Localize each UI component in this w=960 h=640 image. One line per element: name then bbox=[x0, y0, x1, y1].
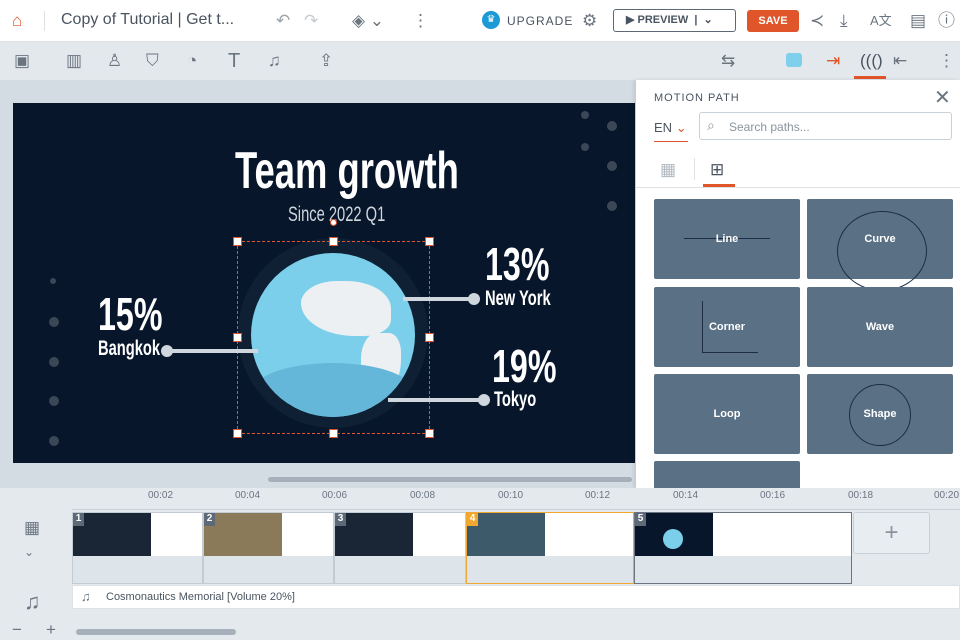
audio-track[interactable]: ♫ Cosmonautics Memorial [Volume 20%] bbox=[72, 585, 960, 609]
slide-title[interactable]: Team growth bbox=[235, 141, 459, 201]
time-ruler[interactable]: 00:02 00:04 00:06 00:08 00:10 00:12 00:1… bbox=[72, 488, 960, 510]
path-label: Shape bbox=[863, 408, 897, 420]
add-scene-button[interactable]: + bbox=[853, 512, 930, 554]
path-more[interactable] bbox=[654, 461, 800, 488]
music-icon[interactable]: ♫ bbox=[268, 51, 281, 71]
motion-path-panel: MOTION PATH ✕ EN ⌄ ⌕ Search paths... ▦ ⊞… bbox=[636, 80, 960, 488]
text-icon[interactable]: T bbox=[228, 51, 240, 71]
redo-icon[interactable]: ↷ bbox=[304, 11, 318, 31]
help-icon[interactable]: ⓘ bbox=[938, 11, 955, 31]
tick-label: 00:06 bbox=[322, 490, 348, 501]
insert-toolbar: ▣ ▥ ♙ ⛉ ◔ T ♫ ⇪ ⇆ ⇥ ((() ⇤ ⋮ bbox=[0, 42, 960, 109]
scene-number: 1 bbox=[73, 513, 84, 526]
color-swatch-blue[interactable] bbox=[786, 53, 802, 67]
tick-label: 00:04 bbox=[235, 490, 261, 501]
scene-number: 2 bbox=[204, 513, 215, 526]
notes-icon[interactable]: ▤ bbox=[910, 11, 926, 31]
scene-thumb[interactable]: 1 bbox=[72, 512, 203, 584]
tick-label: 00:20 bbox=[934, 490, 960, 501]
close-icon[interactable]: ✕ bbox=[934, 88, 951, 108]
search-paths-input[interactable]: ⌕ Search paths... bbox=[699, 112, 952, 140]
crown-icon: ♛ bbox=[482, 11, 500, 29]
scenes-icon[interactable]: ▥ bbox=[66, 51, 82, 71]
more-icon[interactable]: ⋮ bbox=[938, 51, 955, 71]
stat-value[interactable]: 13% bbox=[485, 237, 549, 291]
props-icon[interactable]: ⛉ bbox=[146, 51, 159, 71]
tab-film-icon[interactable]: ▦ bbox=[660, 160, 676, 180]
zoom-out-icon[interactable]: − bbox=[12, 620, 22, 640]
path-label: Wave bbox=[865, 321, 895, 333]
path-loop[interactable]: Loop bbox=[654, 374, 800, 454]
stat-city[interactable]: Tokyo bbox=[494, 388, 536, 412]
preview-label: PREVIEW bbox=[637, 14, 689, 26]
layers-icon[interactable]: ◈ ⌄ bbox=[348, 11, 388, 31]
path-label: Curve bbox=[864, 233, 896, 245]
home-icon[interactable]: ⌂ bbox=[12, 11, 22, 31]
project-title[interactable]: Copy of Tutorial | Get t... bbox=[61, 11, 234, 29]
stat-city[interactable]: New York bbox=[485, 287, 551, 311]
rotate-handle[interactable] bbox=[330, 219, 337, 226]
zoom-in-icon[interactable]: + bbox=[46, 620, 56, 640]
download-icon[interactable]: ⤓ bbox=[840, 11, 848, 31]
upgrade-button[interactable]: UPGRADE bbox=[507, 14, 573, 28]
scene-thumb-selected[interactable]: 4 bbox=[466, 512, 634, 584]
selection-box bbox=[237, 241, 430, 434]
path-label: Loop bbox=[713, 408, 741, 420]
enter-animation-icon[interactable]: ⇥ bbox=[826, 51, 840, 71]
upload-icon[interactable]: ⇪ bbox=[319, 51, 333, 71]
slide-canvas[interactable]: Team growth Since 2022 Q1 15% Bangkok 13… bbox=[13, 103, 635, 463]
canvas-scrollbar[interactable] bbox=[268, 477, 632, 482]
more-icon[interactable]: ⋮ bbox=[412, 11, 429, 31]
scene-number: 3 bbox=[335, 513, 346, 526]
panel-title: MOTION PATH bbox=[654, 92, 740, 104]
exit-animation-icon[interactable]: ⇤ bbox=[893, 51, 907, 71]
stat-value[interactable]: 19% bbox=[492, 339, 556, 393]
tick-label: 00:18 bbox=[848, 490, 874, 501]
timeline-scrollbar[interactable] bbox=[76, 629, 236, 635]
path-line[interactable]: Line bbox=[654, 199, 800, 279]
audio-label: Cosmonautics Memorial [Volume 20%] bbox=[106, 591, 295, 603]
language-select[interactable]: EN ⌄ bbox=[654, 120, 688, 142]
path-shape[interactable]: Shape bbox=[807, 374, 953, 454]
scenes-track-icon: ▦ bbox=[24, 518, 41, 537]
tick-label: 00:02 bbox=[148, 490, 174, 501]
audio-track-icon: ♫ bbox=[24, 589, 41, 614]
chevron-down-icon[interactable]: ⌄ bbox=[24, 542, 34, 562]
scene-thumb[interactable]: 2 bbox=[203, 512, 334, 584]
stat-city[interactable]: Bangkok bbox=[98, 337, 160, 361]
path-wave[interactable]: Wave bbox=[807, 287, 953, 367]
share-icon[interactable]: ≺ bbox=[810, 11, 824, 31]
tick-label: 00:10 bbox=[498, 490, 524, 501]
search-icon: ⌕ bbox=[707, 117, 715, 133]
tick-label: 00:14 bbox=[673, 490, 699, 501]
path-corner[interactable]: Corner bbox=[654, 287, 800, 367]
top-bar: ⌂ Copy of Tutorial | Get t... ↶ ↷ ◈ ⌄ ⋮ … bbox=[0, 0, 960, 42]
swap-icon[interactable]: ⇆ bbox=[721, 51, 735, 71]
save-button[interactable]: SAVE bbox=[747, 10, 799, 32]
settings-icon[interactable]: ⚙ bbox=[582, 11, 597, 31]
tick-label: 00:08 bbox=[410, 490, 436, 501]
stat-value[interactable]: 15% bbox=[98, 287, 162, 341]
media-library-icon[interactable]: ▣ bbox=[14, 51, 30, 71]
search-placeholder: Search paths... bbox=[729, 120, 810, 134]
path-label: Line bbox=[715, 233, 739, 245]
motion-path-icon[interactable]: ((() bbox=[860, 51, 883, 71]
translate-icon[interactable]: A文 bbox=[870, 11, 892, 31]
preview-button[interactable]: ▶ PREVIEW | ⌄ bbox=[613, 9, 736, 32]
scene-thumb[interactable]: 3 bbox=[334, 512, 466, 584]
tick-label: 00:16 bbox=[760, 490, 786, 501]
character-icon[interactable]: ♙ bbox=[107, 51, 122, 71]
undo-icon[interactable]: ↶ bbox=[276, 11, 290, 31]
path-label: Corner bbox=[708, 321, 746, 333]
scene-number: 5 bbox=[635, 513, 646, 526]
tab-grid-icon[interactable]: ⊞ bbox=[710, 160, 724, 180]
path-curve[interactable]: Curve bbox=[807, 199, 953, 291]
language-value: EN bbox=[654, 120, 673, 135]
chart-icon[interactable]: ◔ bbox=[187, 51, 197, 71]
scene-thumb[interactable]: 5 bbox=[634, 512, 852, 584]
scene-number: 4 bbox=[467, 513, 478, 526]
audio-note-icon: ♫ bbox=[81, 589, 91, 604]
tick-label: 00:12 bbox=[585, 490, 611, 501]
